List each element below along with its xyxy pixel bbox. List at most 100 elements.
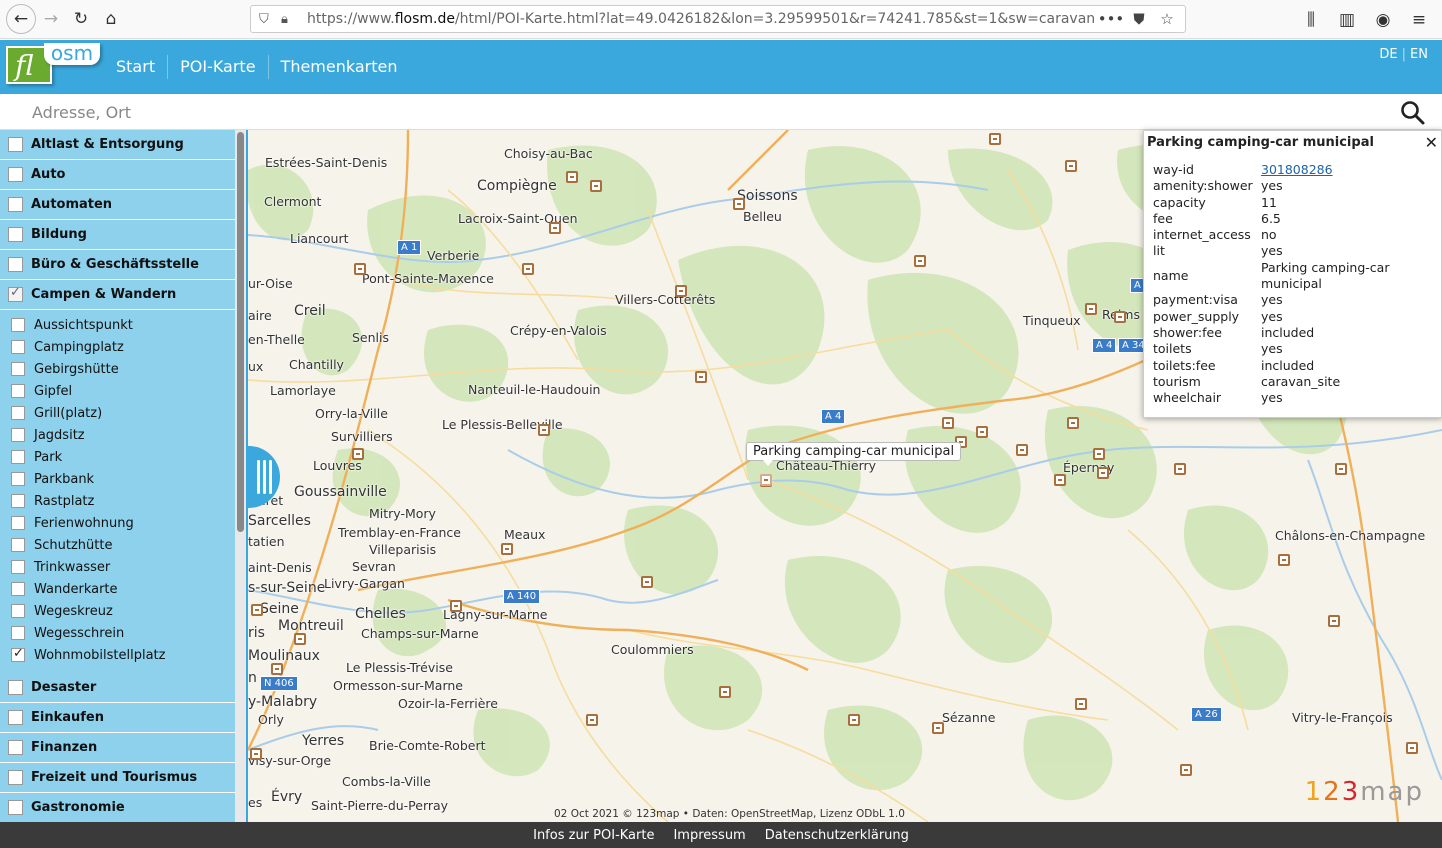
category-auto[interactable]: Auto: [0, 160, 236, 190]
caravan-poi-marker[interactable]: [914, 255, 926, 267]
footer-link-impressum[interactable]: Impressum: [673, 828, 745, 843]
checkbox[interactable]: [11, 516, 25, 530]
subcategory-campingplatz[interactable]: Campingplatz: [0, 336, 236, 358]
footer-link-datenschutz[interactable]: Datenschutzerklärung: [765, 828, 909, 843]
shield-icon[interactable]: ⛉: [259, 12, 277, 27]
caravan-poi-marker[interactable]: [1180, 764, 1192, 776]
library-icon[interactable]: ⫼: [1296, 5, 1326, 35]
checkbox[interactable]: [8, 197, 23, 212]
subcategory-grill-platz[interactable]: Grill(platz): [0, 402, 236, 424]
caravan-poi-marker[interactable]: [675, 285, 687, 297]
caravan-poi-marker[interactable]: [942, 417, 954, 429]
checkbox[interactable]: [11, 428, 25, 442]
category-desaster[interactable]: Desaster: [0, 673, 236, 703]
subcategory-rastplatz[interactable]: Rastplatz: [0, 490, 236, 512]
caravan-poi-marker[interactable]: [590, 180, 602, 192]
search-input[interactable]: [22, 98, 1382, 126]
caravan-poi-marker[interactable]: [1067, 417, 1079, 429]
subcategory-gipfel[interactable]: Gipfel: [0, 380, 236, 402]
checkbox[interactable]: [8, 680, 23, 695]
checkbox[interactable]: [8, 167, 23, 182]
caravan-poi-marker[interactable]: [354, 263, 366, 275]
flosm-logo[interactable]: fl osm: [6, 43, 100, 84]
caravan-poi-marker[interactable]: [294, 633, 306, 645]
subcategory-wohnmobilstellplatz[interactable]: Wohnmobilstellplatz: [0, 644, 236, 666]
address-bar[interactable]: ⛉ 🔒︎ https://www.flosm.de/html/POI-Karte…: [250, 5, 1186, 33]
subcategory-gebirgshütte[interactable]: Gebirgshütte: [0, 358, 236, 380]
subcategory-park[interactable]: Park: [0, 446, 236, 468]
reload-icon[interactable]: ↻: [66, 4, 96, 34]
caravan-poi-marker[interactable]: [695, 371, 707, 383]
caravan-poi-marker[interactable]: [1097, 467, 1109, 479]
caravan-poi-marker[interactable]: [1054, 474, 1066, 486]
category-büro-geschäftsstelle[interactable]: Büro & Geschäftsstelle: [0, 250, 236, 280]
checkbox[interactable]: [11, 646, 25, 662]
checkbox[interactable]: [11, 626, 25, 640]
caravan-poi-marker[interactable]: [641, 576, 653, 588]
category-altlast-entsorgung[interactable]: Altlast & Entsorgung: [0, 130, 236, 160]
url-text[interactable]: https://www.flosm.de/html/POI-Karte.html…: [307, 11, 1097, 27]
caravan-poi-marker[interactable]: [848, 714, 860, 726]
category-campen-wandern[interactable]: Campen & Wandern: [0, 280, 236, 310]
more-actions-icon[interactable]: •••: [1097, 10, 1125, 28]
forward-arrow-icon[interactable]: →: [36, 4, 66, 34]
caravan-poi-marker[interactable]: [719, 686, 731, 698]
close-icon[interactable]: ✕: [1425, 133, 1438, 152]
category-einkaufen[interactable]: Einkaufen: [0, 703, 236, 733]
lang-en[interactable]: EN: [1410, 47, 1428, 62]
caravan-poi-marker[interactable]: [1328, 615, 1340, 627]
subcategory-aussichtspunkt[interactable]: Aussichtspunkt: [0, 314, 236, 336]
caravan-poi-marker[interactable]: [538, 424, 550, 436]
checkbox[interactable]: [11, 604, 25, 618]
checkbox[interactable]: [8, 257, 23, 272]
checkbox[interactable]: [11, 472, 25, 486]
sidebar-icon[interactable]: ▥: [1332, 5, 1362, 35]
checkbox[interactable]: [8, 137, 23, 152]
checkbox[interactable]: [8, 227, 23, 242]
caravan-poi-marker[interactable]: [1016, 444, 1028, 456]
caravan-poi-marker[interactable]: [501, 543, 513, 555]
caravan-poi-marker[interactable]: [1114, 311, 1126, 323]
caravan-poi-marker[interactable]: [1093, 448, 1105, 460]
caravan-poi-marker[interactable]: [450, 600, 462, 612]
bookmark-star-icon[interactable]: ☆: [1153, 10, 1181, 28]
caravan-poi-marker[interactable]: [1065, 160, 1077, 172]
lang-de[interactable]: DE: [1379, 47, 1397, 62]
subcategory-wegesschrein[interactable]: Wegesschrein: [0, 622, 236, 644]
checkbox[interactable]: [8, 740, 23, 755]
lock-icon[interactable]: 🔒︎: [281, 12, 299, 27]
checkbox[interactable]: [11, 494, 25, 508]
back-arrow-icon[interactable]: ←: [6, 4, 36, 34]
caravan-poi-marker[interactable]: [733, 198, 745, 210]
caravan-poi-marker[interactable]: [1085, 303, 1097, 315]
subcategory-ferienwohnung[interactable]: Ferienwohnung: [0, 512, 236, 534]
caravan-poi-marker[interactable]: [271, 663, 283, 675]
subcategory-parkbank[interactable]: Parkbank: [0, 468, 236, 490]
caravan-poi-marker[interactable]: [989, 133, 1001, 145]
caravan-poi-marker[interactable]: [1075, 698, 1087, 710]
checkbox[interactable]: [11, 560, 25, 574]
menu-start[interactable]: Start: [104, 55, 167, 79]
way-id-link[interactable]: 301808286: [1261, 162, 1333, 177]
subcategory-schutzhütte[interactable]: Schutzhütte: [0, 534, 236, 556]
footer-link-infos[interactable]: Infos zur POI-Karte: [533, 828, 654, 843]
category-bildung[interactable]: Bildung: [0, 220, 236, 250]
checkbox[interactable]: [11, 340, 25, 354]
checkbox[interactable]: [11, 582, 25, 596]
subcategory-jagdsitz[interactable]: Jagdsitz: [0, 424, 236, 446]
category-freizeit-und-tourismus[interactable]: Freizeit und Tourismus: [0, 763, 236, 793]
caravan-poi-marker[interactable]: [251, 604, 263, 616]
subcategory-trinkwasser[interactable]: Trinkwasser: [0, 556, 236, 578]
menu-themenkarten[interactable]: Themenkarten: [267, 55, 410, 79]
caravan-poi-marker[interactable]: [522, 263, 534, 275]
checkbox[interactable]: [8, 770, 23, 785]
checkbox[interactable]: [11, 384, 25, 398]
checkbox[interactable]: [8, 800, 23, 815]
home-icon[interactable]: ⌂: [96, 4, 126, 34]
caravan-poi-marker[interactable]: [549, 222, 561, 234]
caravan-poi-marker[interactable]: [586, 714, 598, 726]
caravan-poi-marker[interactable]: [250, 748, 262, 760]
checkbox[interactable]: [11, 450, 25, 464]
checkbox[interactable]: [8, 710, 23, 725]
selected-poi-marker[interactable]: [760, 474, 772, 486]
